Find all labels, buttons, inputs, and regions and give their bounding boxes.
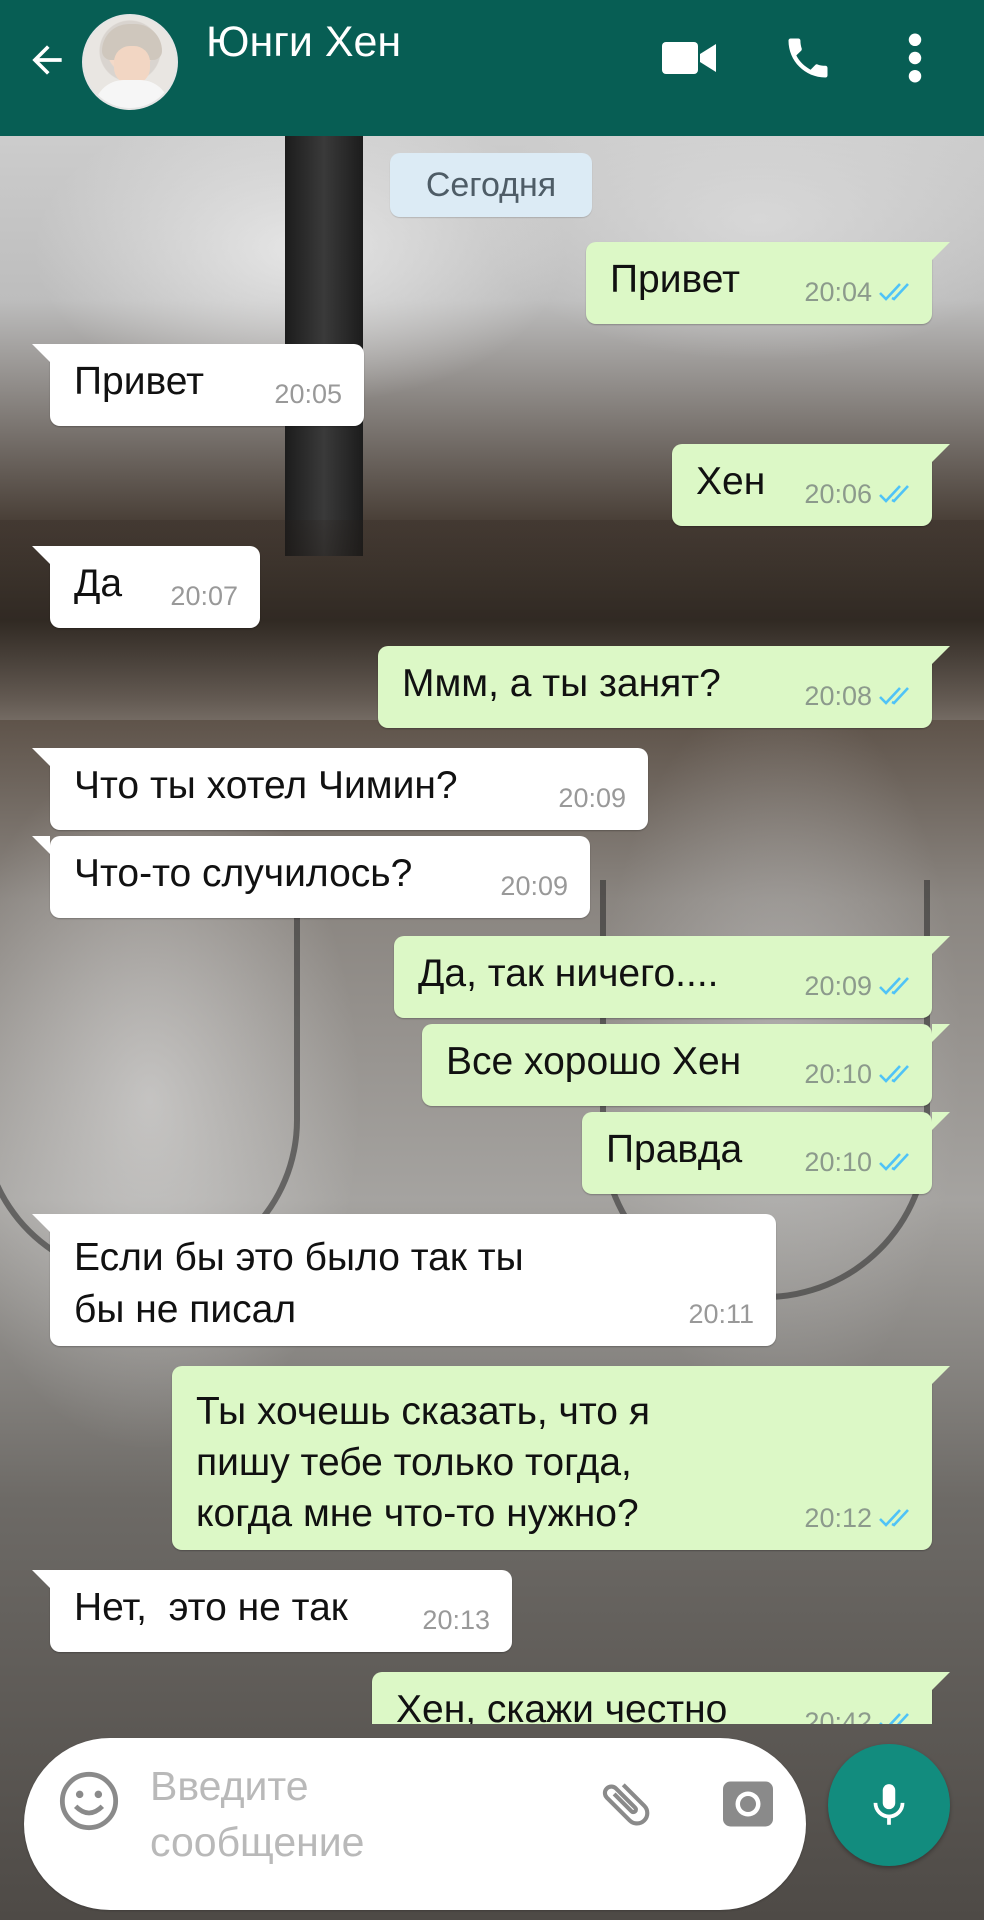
message-line: Если бы это было так ты xyxy=(74,1236,524,1279)
message-outgoing[interactable]: Все хорошо Хен 20:10 xyxy=(422,1024,950,1106)
more-options-button[interactable] xyxy=(884,28,946,88)
date-divider: Сегодня xyxy=(390,153,592,217)
message-meta: 20:13 xyxy=(422,1596,490,1644)
message-incoming[interactable]: Да 20:07 xyxy=(32,546,260,628)
message-time: 20:09 xyxy=(558,783,626,813)
mic-icon xyxy=(873,1784,905,1825)
message-text: Все хорошо Хен xyxy=(446,1040,742,1083)
message-outgoing[interactable]: Ммм, а ты занят? 20:08 xyxy=(378,646,950,728)
message-time: 20:09 xyxy=(500,871,568,901)
read-ticks-icon xyxy=(879,1509,909,1527)
message-outgoing[interactable]: Хен 20:06 xyxy=(672,444,950,526)
emoji-button[interactable] xyxy=(56,1768,122,1834)
message-time: 20:05 xyxy=(274,379,342,409)
message-meta: 20:11 xyxy=(688,1290,754,1338)
message-text: Нет, это не так xyxy=(74,1586,348,1629)
message-meta: 20:10 xyxy=(804,1050,916,1098)
message-text: Если бы это было так ты бы не писал xyxy=(74,1232,524,1336)
message-time: 20:11 xyxy=(688,1299,754,1329)
phone-icon xyxy=(788,38,828,78)
message-meta: 20:09 xyxy=(804,962,916,1010)
message-meta: 20:09 xyxy=(558,774,626,822)
read-ticks-icon xyxy=(879,1065,909,1083)
avatar-face xyxy=(114,46,150,84)
input-placeholder-line: Введите xyxy=(150,1763,309,1809)
message-meta: 20:07 xyxy=(170,572,238,620)
read-ticks-icon xyxy=(879,283,909,301)
message-outgoing[interactable]: Ты хочешь сказать, что я пишу тебе тольк… xyxy=(172,1366,950,1550)
more-vert-icon xyxy=(908,33,922,83)
video-call-button[interactable] xyxy=(660,28,720,88)
back-button[interactable] xyxy=(22,32,72,88)
message-time: 20:10 xyxy=(804,1147,872,1177)
message-meta: 20:42 xyxy=(804,1698,916,1724)
message-line: Ты хочешь сказать, что я xyxy=(196,1390,650,1433)
message-line: пишу тебе только тогда, xyxy=(196,1441,632,1484)
voice-call-button[interactable] xyxy=(778,28,838,88)
message-incoming[interactable]: Что ты хотел Чимин? 20:09 xyxy=(32,748,648,830)
message-text: Да, так ничего.... xyxy=(418,952,719,995)
attach-button[interactable] xyxy=(590,1768,662,1840)
back-arrow-icon xyxy=(32,45,62,75)
message-input[interactable]: Введите сообщение xyxy=(150,1758,450,1870)
message-incoming[interactable]: Нет, это не так 20:13 xyxy=(32,1570,512,1652)
message-line: когда мне что-то нужно? xyxy=(196,1492,639,1535)
input-placeholder-line: сообщение xyxy=(150,1819,365,1865)
message-incoming[interactable]: Если бы это было так ты бы не писал 20:1… xyxy=(32,1214,776,1346)
read-ticks-icon xyxy=(879,485,909,503)
message-time: 20:12 xyxy=(804,1503,872,1533)
message-meta: 20:08 xyxy=(804,672,916,720)
message-incoming[interactable]: Что-то случилось? 20:09 xyxy=(32,836,590,918)
attach-icon xyxy=(602,1783,650,1826)
message-meta: 20:06 xyxy=(804,470,916,518)
read-ticks-icon xyxy=(879,977,909,995)
read-ticks-icon xyxy=(879,1713,909,1724)
message-text: Привет xyxy=(74,360,205,403)
chat-header: Юнги Хен xyxy=(0,0,984,136)
contact-name[interactable]: Юнги Хен xyxy=(206,18,401,67)
message-time: 20:42 xyxy=(804,1707,872,1724)
message-outgoing[interactable]: Привет 20:04 xyxy=(586,242,950,324)
message-text: Правда xyxy=(606,1128,743,1171)
message-text: Что-то случилось? xyxy=(74,852,413,895)
message-meta: 20:09 xyxy=(500,862,568,910)
message-text: Что ты хотел Чимин? xyxy=(74,764,458,807)
read-ticks-icon xyxy=(879,687,909,705)
message-text: Ты хочешь сказать, что я пишу тебе тольк… xyxy=(196,1386,650,1539)
message-meta: 20:12 xyxy=(804,1494,916,1542)
video-call-icon xyxy=(662,42,716,74)
message-text: Привет xyxy=(610,258,741,301)
message-outgoing[interactable]: Хен, скажи честно 20:42 xyxy=(372,1672,950,1724)
message-meta: 20:04 xyxy=(804,268,916,316)
message-list[interactable]: Сегодня Привет 20:04 Привет 20:05 Хен 20… xyxy=(0,136,984,1724)
read-ticks-icon xyxy=(879,1153,909,1171)
message-text: Ммм, а ты занят? xyxy=(402,662,721,705)
message-incoming[interactable]: Привет 20:05 xyxy=(32,344,364,426)
message-composer: Введите сообщение xyxy=(24,1738,806,1910)
message-text: Хен, скажи честно xyxy=(396,1688,728,1724)
message-time: 20:07 xyxy=(170,581,238,611)
message-text: Да xyxy=(74,562,123,605)
message-meta: 20:05 xyxy=(274,370,342,418)
message-time: 20:06 xyxy=(804,479,872,509)
avatar-body xyxy=(94,80,170,108)
message-meta: 20:10 xyxy=(804,1138,916,1186)
message-time: 20:09 xyxy=(804,971,872,1001)
camera-icon xyxy=(723,1781,773,1827)
camera-button[interactable] xyxy=(712,1768,784,1840)
message-outgoing[interactable]: Правда 20:10 xyxy=(582,1112,950,1194)
message-line: бы не писал xyxy=(74,1288,297,1331)
message-time: 20:08 xyxy=(804,681,872,711)
voice-message-button[interactable] xyxy=(828,1744,950,1866)
message-time: 20:10 xyxy=(804,1059,872,1089)
message-text: Хен xyxy=(696,460,766,503)
emoji-icon xyxy=(59,1771,119,1831)
message-time: 20:04 xyxy=(804,277,872,307)
contact-avatar[interactable] xyxy=(82,14,178,110)
message-time: 20:13 xyxy=(422,1605,490,1635)
message-outgoing[interactable]: Да, так ничего.... 20:09 xyxy=(394,936,950,1018)
